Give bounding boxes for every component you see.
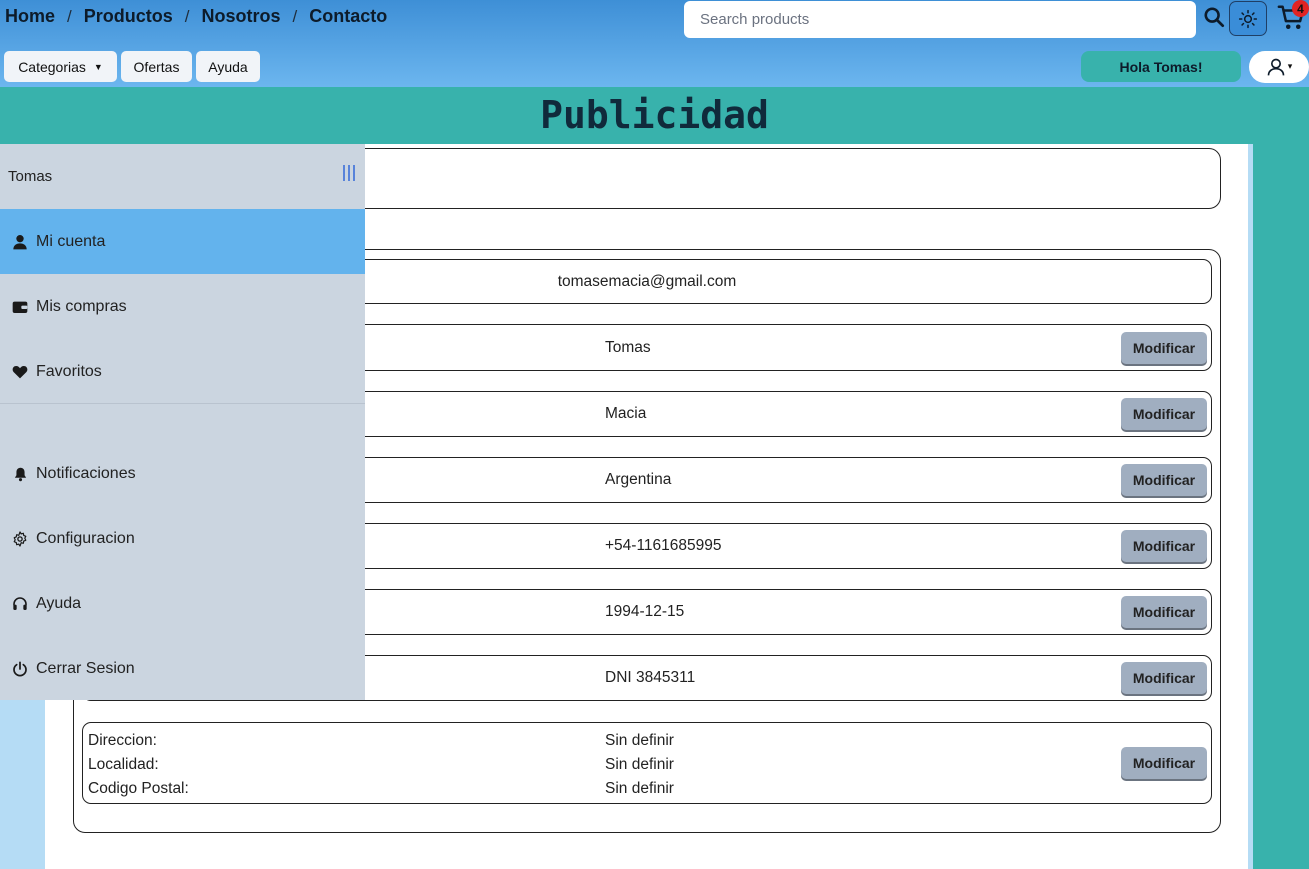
power-icon	[11, 660, 29, 678]
lastname-value: Macia	[605, 405, 647, 422]
modify-address-button[interactable]: Modificar	[1121, 747, 1207, 779]
modify-country-button[interactable]: Modificar	[1121, 464, 1207, 496]
user-icon	[1267, 58, 1285, 76]
sidebar-item-notificaciones[interactable]: Notificaciones	[0, 441, 365, 506]
sidebar-divider	[0, 403, 365, 404]
chevron-down-icon: ▾	[1287, 62, 1293, 72]
breadcrumb-nosotros[interactable]: Nosotros	[202, 6, 281, 27]
bell-icon	[11, 465, 29, 483]
breadcrumb-separator: /	[67, 6, 72, 26]
sidebar-item-ayuda[interactable]: Ayuda	[0, 571, 365, 636]
breadcrumb-productos[interactable]: Productos	[84, 6, 173, 27]
search-input[interactable]	[684, 1, 1196, 38]
sidebar-header: Tomas	[0, 144, 365, 209]
sidebar-item-label: Ayuda	[36, 594, 82, 612]
breadcrumb: Home / Productos / Nosotros / Contacto	[5, 6, 387, 27]
greeting-badge: Hola Tomas!	[1081, 51, 1241, 82]
sidebar-item-favoritos[interactable]: Favoritos	[0, 339, 365, 404]
wallet-icon	[11, 298, 29, 316]
sidebar-item-mis-compras[interactable]: Mis compras	[0, 274, 365, 339]
ad-banner-title: Publicidad	[540, 93, 769, 137]
gear-icon	[11, 530, 29, 548]
address-label: Direccion:	[88, 732, 157, 749]
breadcrumb-home[interactable]: Home	[5, 6, 55, 27]
search-icon[interactable]	[1201, 4, 1227, 30]
sidebar-toggle-icon[interactable]	[341, 164, 357, 182]
ayuda-button[interactable]: Ayuda	[196, 51, 260, 82]
heart-icon	[11, 363, 29, 381]
phone-value: +54-1161685995	[605, 537, 722, 554]
sun-icon	[1238, 9, 1258, 28]
postal-code-label: Codigo Postal:	[88, 780, 189, 797]
modify-phone-button[interactable]: Modificar	[1121, 530, 1207, 562]
postal-code-value: Sin definir	[605, 780, 674, 797]
modify-lastname-button[interactable]: Modificar	[1121, 398, 1207, 430]
sidebar-user-name: Tomas	[8, 168, 53, 185]
cart-count-badge: 4	[1292, 0, 1309, 17]
account-sidebar: Tomas Mi cuenta Mis compras Favoritos No…	[0, 144, 365, 700]
chevron-down-icon: ▼	[93, 61, 103, 72]
birthdate-value: 1994-12-15	[605, 603, 685, 620]
sidebar-item-mi-cuenta[interactable]: Mi cuenta	[0, 209, 365, 274]
locality-value: Sin definir	[605, 756, 674, 773]
document-value: DNI 3845311	[605, 669, 696, 686]
headset-icon	[11, 595, 29, 613]
sidebar-item-configuracion[interactable]: Configuracion	[0, 506, 365, 571]
sidebar-item-label: Notificaciones	[36, 464, 136, 482]
address-value: Sin definir	[605, 732, 674, 749]
categorias-label: Categorias	[18, 58, 86, 75]
theme-toggle-button[interactable]	[1229, 1, 1267, 36]
name-value: Tomas	[605, 338, 651, 356]
modify-document-button[interactable]: Modificar	[1121, 662, 1207, 694]
country-value: Argentina	[605, 471, 672, 488]
breadcrumb-separator: /	[292, 6, 298, 26]
sidebar-item-label: Cerrar Sesion	[36, 659, 135, 677]
sidebar-item-label: Configuracion	[36, 529, 135, 547]
right-ad-strip	[1253, 144, 1309, 869]
categorias-dropdown[interactable]: Categorias ▼	[4, 51, 117, 82]
breadcrumb-separator: /	[184, 6, 190, 26]
sidebar-item-cerrar-sesion[interactable]: Cerrar Sesion	[0, 636, 365, 701]
modify-birthdate-button[interactable]: Modificar	[1121, 596, 1207, 628]
sidebar-item-label: Mis compras	[36, 297, 127, 315]
user-menu-button[interactable]: ▾	[1249, 51, 1309, 83]
breadcrumb-contacto[interactable]: Contacto	[309, 6, 387, 27]
sidebar-item-label: Mi cuenta	[36, 232, 106, 250]
user-icon	[11, 233, 29, 251]
sidebar-item-label: Favoritos	[36, 362, 102, 380]
modify-name-button[interactable]: Modificar	[1121, 331, 1207, 364]
locality-label: Localidad:	[88, 756, 159, 773]
ofertas-button[interactable]: Ofertas	[121, 51, 192, 82]
address-row: Direccion: Localidad: Codigo Postal: Sin…	[82, 722, 1212, 804]
